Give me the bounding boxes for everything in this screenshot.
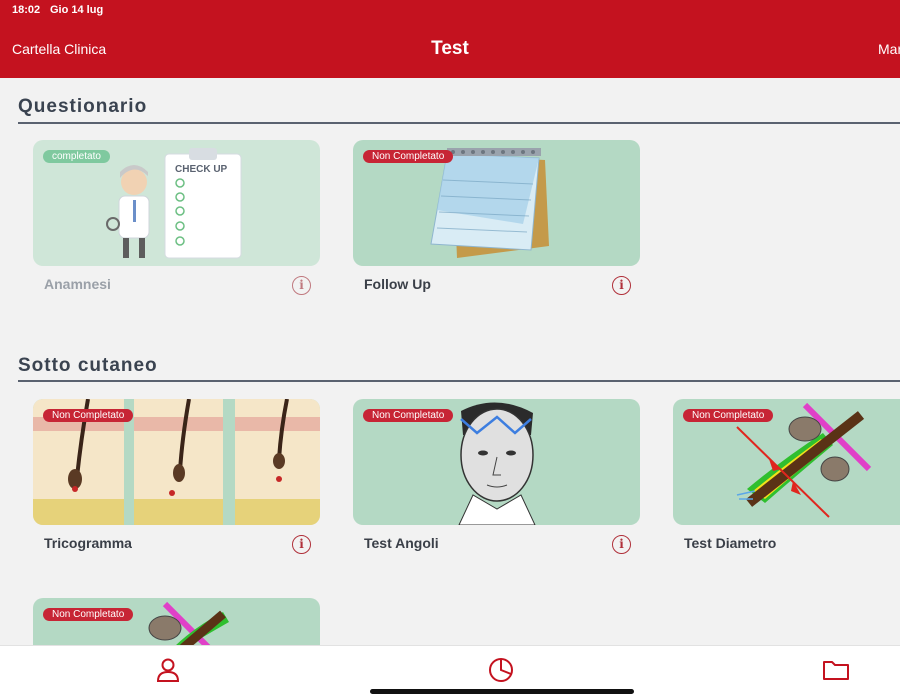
info-icon[interactable]: i: [612, 535, 631, 554]
status-badge: Non Completato: [363, 409, 454, 422]
page-title: Test: [431, 38, 469, 59]
status-time: 18:02: [12, 4, 41, 16]
folder-icon: [823, 661, 849, 680]
info-icon[interactable]: i: [292, 276, 311, 295]
card-label-follow-up: Follow Up: [364, 276, 431, 292]
card-label-test-diametro: Test Diametro: [684, 535, 777, 551]
info-icon[interactable]: i: [612, 276, 631, 295]
status-badge: Non Completato: [43, 608, 134, 621]
person-icon: [156, 658, 180, 682]
card-partial[interactable]: Non Completato: [33, 598, 320, 645]
right-nav-button[interactable]: Mar: [878, 41, 900, 57]
section-divider: [18, 380, 900, 382]
status-date: Gio 14 lug: [50, 4, 104, 16]
section-divider: [18, 122, 900, 124]
tab-folder[interactable]: [822, 656, 850, 684]
tab-pie-chart[interactable]: [487, 656, 515, 684]
card-tricogramma[interactable]: Non Completato: [33, 399, 320, 525]
card-label-tricogramma: Tricogramma: [44, 535, 132, 551]
info-icon[interactable]: i: [292, 535, 311, 554]
status-badge: Non Completato: [363, 150, 454, 163]
home-indicator: [370, 689, 634, 694]
card-label-anamnesi: Anamnesi: [44, 276, 111, 292]
card-label-test-angoli: Test Angoli: [364, 535, 439, 551]
checkup-text: CHECK UP: [175, 164, 228, 175]
hair-diameter-illustration: [148, 601, 229, 645]
status-badge: completato: [43, 150, 110, 163]
section-title-sotto-cutaneo: Sotto cutaneo: [18, 355, 158, 376]
card-test-diametro[interactable]: Non Completato: [673, 399, 900, 525]
top-bar: 18:02 Gio 14 lug Cartella Clinica Test M…: [0, 0, 900, 78]
tab-person[interactable]: [154, 656, 182, 684]
card-follow-up[interactable]: Non Completato: [353, 140, 640, 266]
status-badge: Non Completato: [683, 409, 774, 422]
card-test-angoli[interactable]: Non Completato: [353, 399, 640, 525]
status-badge: Non Completato: [43, 409, 134, 422]
section-title-questionario: Questionario: [18, 96, 148, 117]
pie-chart-icon: [489, 658, 513, 682]
card-anamnesi[interactable]: completato CHECK UP: [33, 140, 320, 266]
